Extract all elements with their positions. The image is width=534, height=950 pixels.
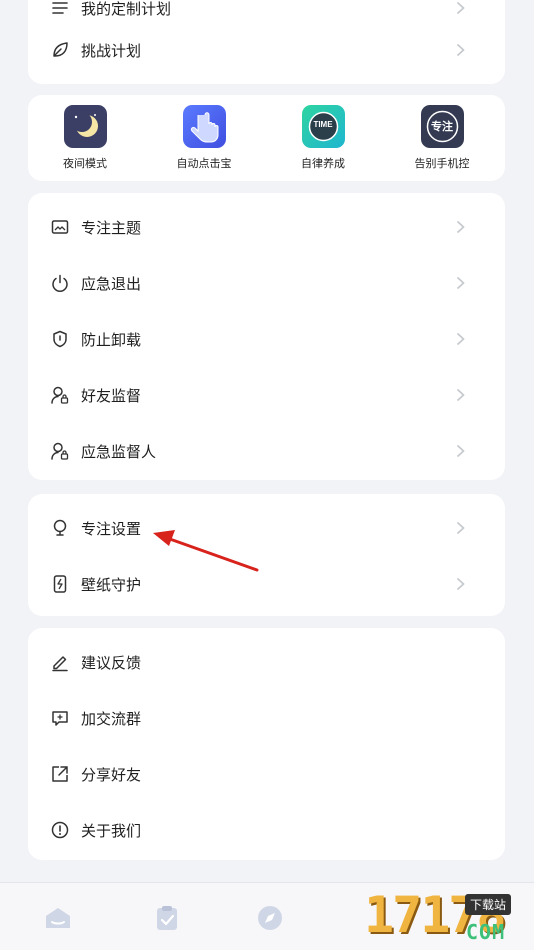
chevron-right-icon — [456, 276, 465, 290]
shortcut-night-mode[interactable]: 夜间模式 — [40, 105, 130, 171]
shortcut-auto-clicker[interactable]: 自动点击宝 — [159, 105, 249, 171]
challenge-plan-label: 挑战计划 — [81, 41, 142, 60]
discover-tab-icon[interactable] — [255, 903, 285, 933]
chevron-right-icon — [456, 521, 465, 535]
phone-bolt-icon — [53, 575, 67, 593]
share-icon — [52, 766, 68, 782]
focus-badge-icon: 专注 — [420, 105, 464, 148]
list-icon — [52, 2, 68, 14]
challenge-plan-row[interactable]: 挑战计划 — [28, 22, 505, 78]
annotation-arrow — [153, 530, 259, 572]
shortcut-phone-addiction[interactable]: 专注 告别手机控 — [397, 105, 487, 171]
menu-label: 专注主题 — [81, 218, 142, 237]
emergency-exit-row[interactable]: 应急退出 — [28, 255, 505, 311]
focus-badge-text: 专注 — [431, 120, 453, 133]
menu-label: 防止卸载 — [81, 330, 142, 349]
shortcut-label: 自动点击宝 — [176, 157, 232, 170]
wallpaper-guard-row[interactable]: 壁纸守护 — [28, 556, 505, 612]
power-icon — [52, 274, 68, 292]
focus-options-card: 专注主题 应急退出 防止卸载 好友监督 应急监督人 — [28, 193, 505, 480]
friend-supervision-row[interactable]: 好友监督 — [28, 367, 505, 423]
menu-label: 关于我们 — [81, 821, 142, 840]
chevron-right-icon — [456, 43, 465, 57]
feedback-row[interactable]: 建议反馈 — [28, 634, 505, 690]
watermark-tag: 下载站 — [465, 894, 512, 915]
chevron-right-icon — [456, 1, 465, 15]
join-group-row[interactable]: 加交流群 — [28, 690, 505, 746]
watermark-suffix: COM — [466, 920, 506, 944]
info-icon — [51, 821, 69, 839]
leaf-icon — [53, 42, 68, 57]
chevron-right-icon — [456, 388, 465, 402]
menu-label: 应急监督人 — [81, 442, 157, 461]
menu-label: 应急退出 — [81, 274, 142, 293]
shield-icon — [53, 330, 67, 348]
plan-card: 我的定制计划 挑战计划 — [28, 0, 505, 84]
time-badge: TIME — [313, 120, 333, 129]
share-friends-row[interactable]: 分享好友 — [28, 746, 505, 802]
menu-label: 建议反馈 — [81, 653, 142, 672]
about-us-row[interactable]: 关于我们 — [28, 802, 505, 858]
shortcut-label: 自律养成 — [301, 157, 345, 170]
chevron-right-icon — [456, 220, 465, 234]
moon-icon — [63, 105, 107, 148]
menu-label: 好友监督 — [81, 386, 142, 405]
menu-label: 专注设置 — [81, 519, 142, 538]
home-tab-icon[interactable] — [43, 903, 73, 933]
menu-label: 加交流群 — [81, 709, 142, 728]
shortcuts-card: 夜间模式 自动点击宝 TIME 自律养成 专注 告别手机控 — [28, 95, 505, 181]
tasks-tab-icon[interactable] — [152, 903, 182, 933]
image-icon — [51, 220, 69, 234]
user-lock-icon — [51, 386, 69, 404]
bulb-icon — [53, 519, 67, 536]
chat-icon — [52, 711, 68, 726]
user-lock-icon — [51, 442, 69, 460]
prevent-uninstall-row[interactable]: 防止卸载 — [28, 311, 505, 367]
site-watermark: 17178 下载站 COM — [294, 886, 534, 950]
chevron-right-icon — [456, 332, 465, 346]
shortcut-self-discipline[interactable]: TIME 自律养成 — [278, 105, 368, 171]
chevron-right-icon — [456, 577, 465, 591]
focus-settings-row[interactable]: 专注设置 — [28, 500, 505, 556]
chevron-right-icon — [456, 444, 465, 458]
settings-card: 专注设置 壁纸守护 — [28, 494, 505, 616]
focus-theme-row[interactable]: 专注主题 — [28, 199, 505, 255]
custom-plan-label: 我的定制计划 — [81, 0, 172, 18]
misc-card: 建议反馈 加交流群 分享好友 关于我们 — [28, 628, 505, 860]
edit-icon — [52, 656, 68, 672]
time-icon: TIME — [301, 105, 345, 148]
shortcut-label: 夜间模式 — [63, 157, 107, 170]
menu-label: 壁纸守护 — [81, 575, 142, 594]
menu-label: 分享好友 — [81, 765, 142, 784]
shortcut-label: 告别手机控 — [414, 157, 470, 170]
emergency-supervisor-row[interactable]: 应急监督人 — [28, 423, 505, 479]
tap-hand-icon — [182, 105, 226, 148]
